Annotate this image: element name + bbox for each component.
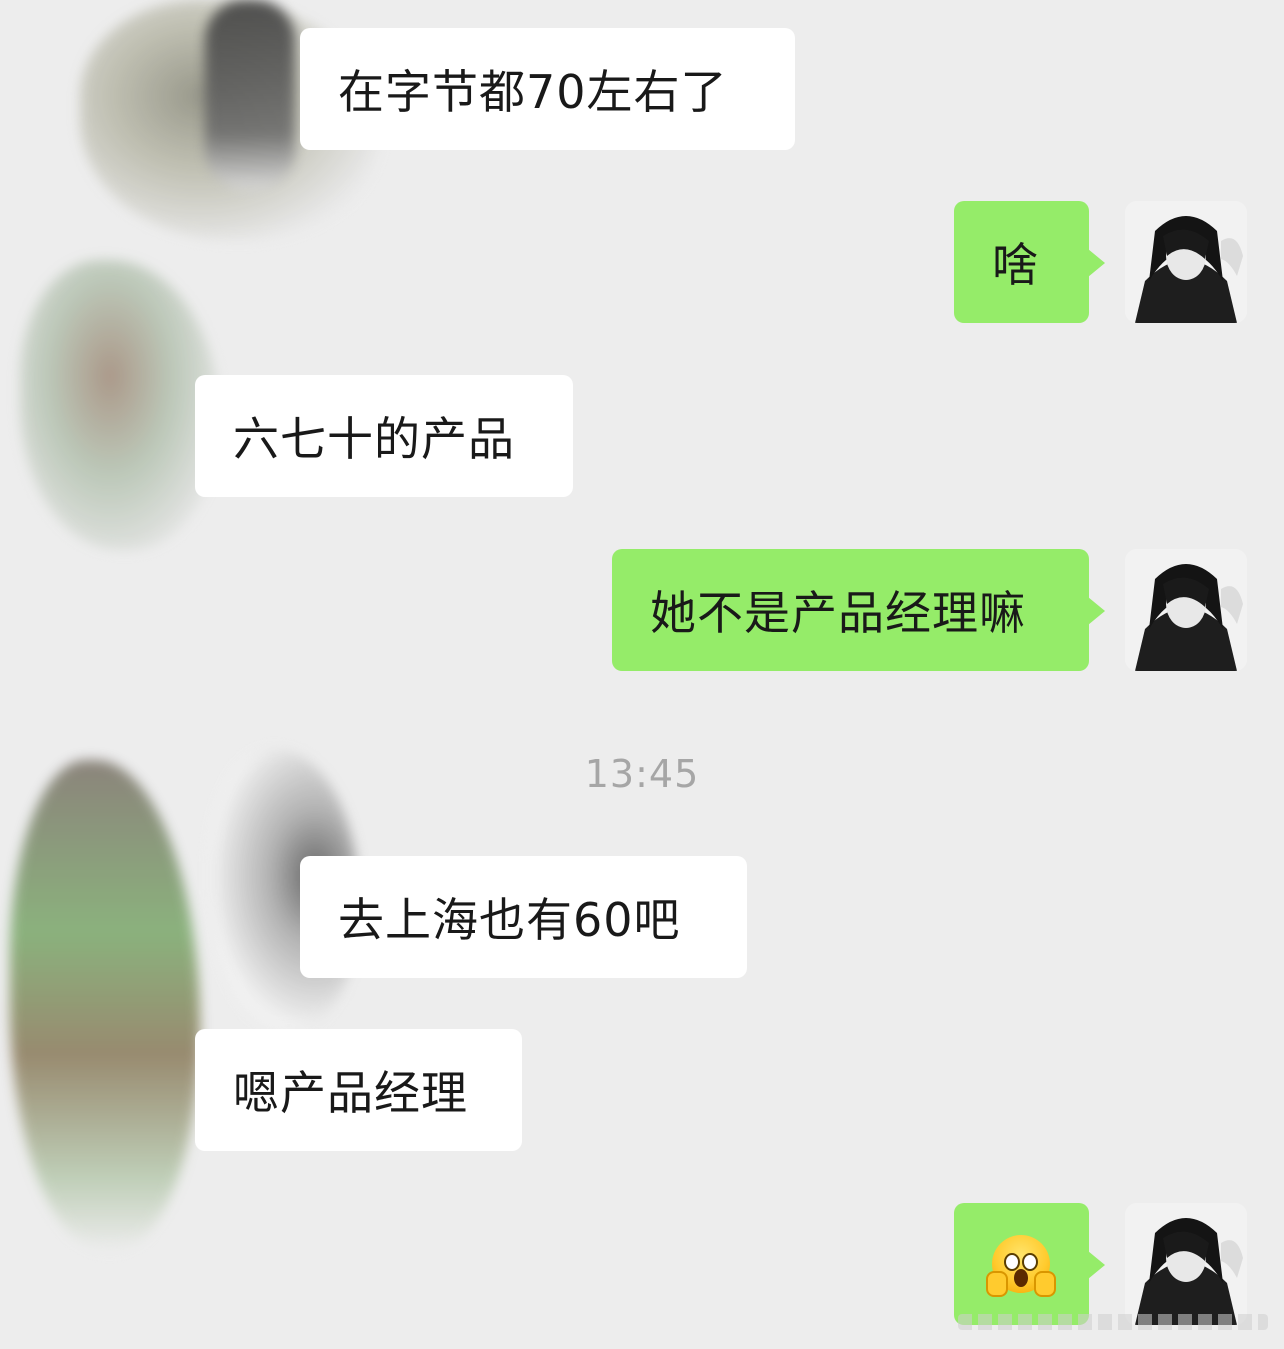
chat-message-list[interactable]: 在字节都70左右了 啥 六七十的产品 她不是产品经理嘛 13:45 去上海也有6… — [0, 0, 1284, 1349]
message-text: 去上海也有60吧 — [338, 893, 681, 947]
outgoing-message-bubble[interactable] — [954, 1203, 1105, 1325]
message-text: 六七十的产品 — [233, 412, 515, 466]
anime-avatar-image — [1125, 1203, 1247, 1325]
my-avatar[interactable] — [1125, 201, 1247, 323]
redacted-avatar-smudge — [20, 260, 220, 550]
message-text: 啥 — [992, 238, 1039, 292]
face-screaming-in-fear-icon — [986, 1235, 1056, 1297]
message-text: 她不是产品经理嘛 — [650, 586, 1026, 640]
watermark — [958, 1314, 1268, 1330]
message-text: 嗯产品经理 — [233, 1066, 468, 1120]
outgoing-message-bubble[interactable]: 她不是产品经理嘛 — [612, 549, 1105, 671]
message-timestamp: 13:45 — [584, 752, 700, 796]
my-avatar[interactable] — [1125, 549, 1247, 671]
incoming-message-bubble[interactable]: 嗯产品经理 — [195, 1029, 522, 1151]
incoming-message-bubble[interactable]: 六七十的产品 — [195, 375, 573, 497]
redacted-avatar-smudge — [10, 760, 200, 1250]
anime-avatar-image — [1125, 201, 1247, 323]
incoming-message-bubble[interactable]: 在字节都70左右了 — [300, 28, 795, 150]
incoming-message-bubble[interactable]: 去上海也有60吧 — [300, 856, 747, 978]
message-text: 在字节都70左右了 — [338, 65, 728, 119]
redacted-avatar-smudge — [205, 0, 295, 190]
my-avatar[interactable] — [1125, 1203, 1247, 1325]
anime-avatar-image — [1125, 549, 1247, 671]
outgoing-message-bubble[interactable]: 啥 — [954, 201, 1105, 323]
